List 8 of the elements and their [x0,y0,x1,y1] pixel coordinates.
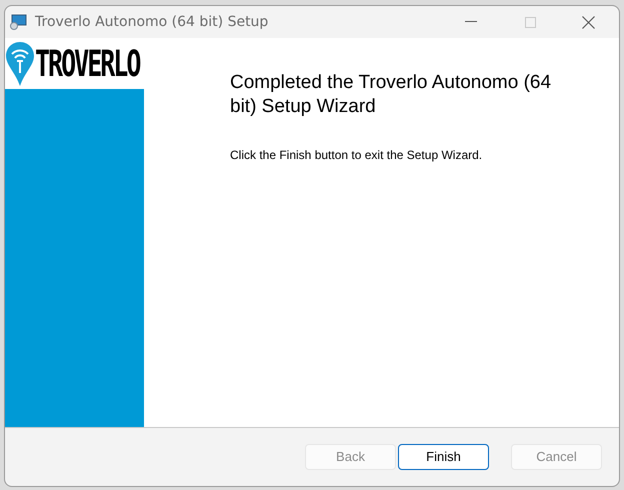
close-icon[interactable] [582,16,595,28]
wizard-button[interactable]: Finish [398,444,489,470]
minimize-icon[interactable] [465,21,477,23]
wizard-message: Click the Finish button to exit the Setup Wizard. [230,147,484,164]
window-title: Troverlo Autonomo (64 bit) Setup [35,12,268,32]
installer-icon [9,14,27,30]
wizard-heading: Completed the Troverlo Autonomo (64 bit) Setup Wizard [230,71,552,119]
logo-text: TROVERLO [35,45,140,82]
